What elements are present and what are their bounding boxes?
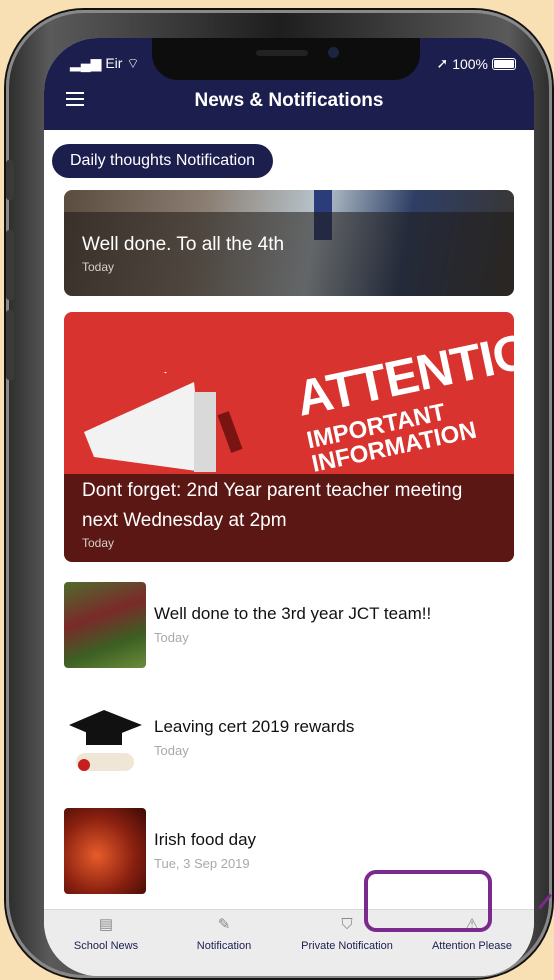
card-title: Dont forget: 2nd Year parent teacher mee… [82,480,463,531]
card-date: Today [82,536,115,550]
status-right: ➚ 100% [436,55,516,72]
item-title: Irish food day [154,830,257,849]
item-date: Tue, 3 Sep 2019 [154,856,250,871]
speaker [256,50,308,56]
item-date: Today [154,630,189,645]
status-carrier: ▂▄▆ Eir ⌔ [70,55,140,71]
newspaper-icon: ▤ [98,916,114,933]
notch [152,38,420,80]
location-icon: ➚ [436,55,449,71]
category-chip[interactable]: Daily thoughts Notification [52,144,273,178]
camera [328,47,339,58]
graduation-cap-photo [64,695,146,781]
highlight-box [364,870,492,932]
food-photo [64,808,146,894]
tab-school-news[interactable]: ▤ School News [48,916,164,952]
item-date: Today [154,743,189,758]
volume-up-button [6,230,14,300]
card-overlay: Dont forget: 2nd Year parent teacher mee… [64,474,514,562]
card-date: Today [82,260,115,274]
list-item[interactable]: Leaving cert 2019 rewards Today [64,695,514,785]
card-title: Well done. To all the 4th [82,234,285,255]
battery-percent: 100% [452,55,488,72]
rugby-photo [64,582,146,668]
page-title: News & Notifications [194,90,384,111]
phone-screen: ▂▄▆ Eir ⌔ ➚ 100% News & Notifications Da… [44,38,534,976]
phone-frame: ▂▄▆ Eir ⌔ ➚ 100% News & Notifications Da… [6,10,552,978]
tab-notification[interactable]: ✎ Notification [166,916,282,952]
wifi-icon: ⌔ [126,55,140,71]
battery-icon [492,57,516,70]
news-list[interactable]: Daily thoughts Notification Well done. T… [44,130,534,935]
shield-icon: ⛉ [341,916,353,933]
card-overlay: Well done. To all the 4th Today [64,212,514,296]
list-item[interactable]: Well done to the 3rd year JCT team!! Tod… [64,582,514,672]
item-title: Well done to the 3rd year JCT team!! [154,604,432,623]
pen-icon: ✎ [217,916,231,933]
news-card[interactable]: Well done. To all the 4th Today [64,190,514,296]
mute-switch [6,160,14,200]
megaphone-icon [84,372,243,472]
item-title: Leaving cert 2019 rewards [154,717,355,736]
signal-icon: ▂▄▆ [70,55,102,71]
volume-down-button [6,310,14,380]
news-card[interactable]: ATTENTION IMPORTANT INFORMATION Dont forg… [64,312,514,562]
